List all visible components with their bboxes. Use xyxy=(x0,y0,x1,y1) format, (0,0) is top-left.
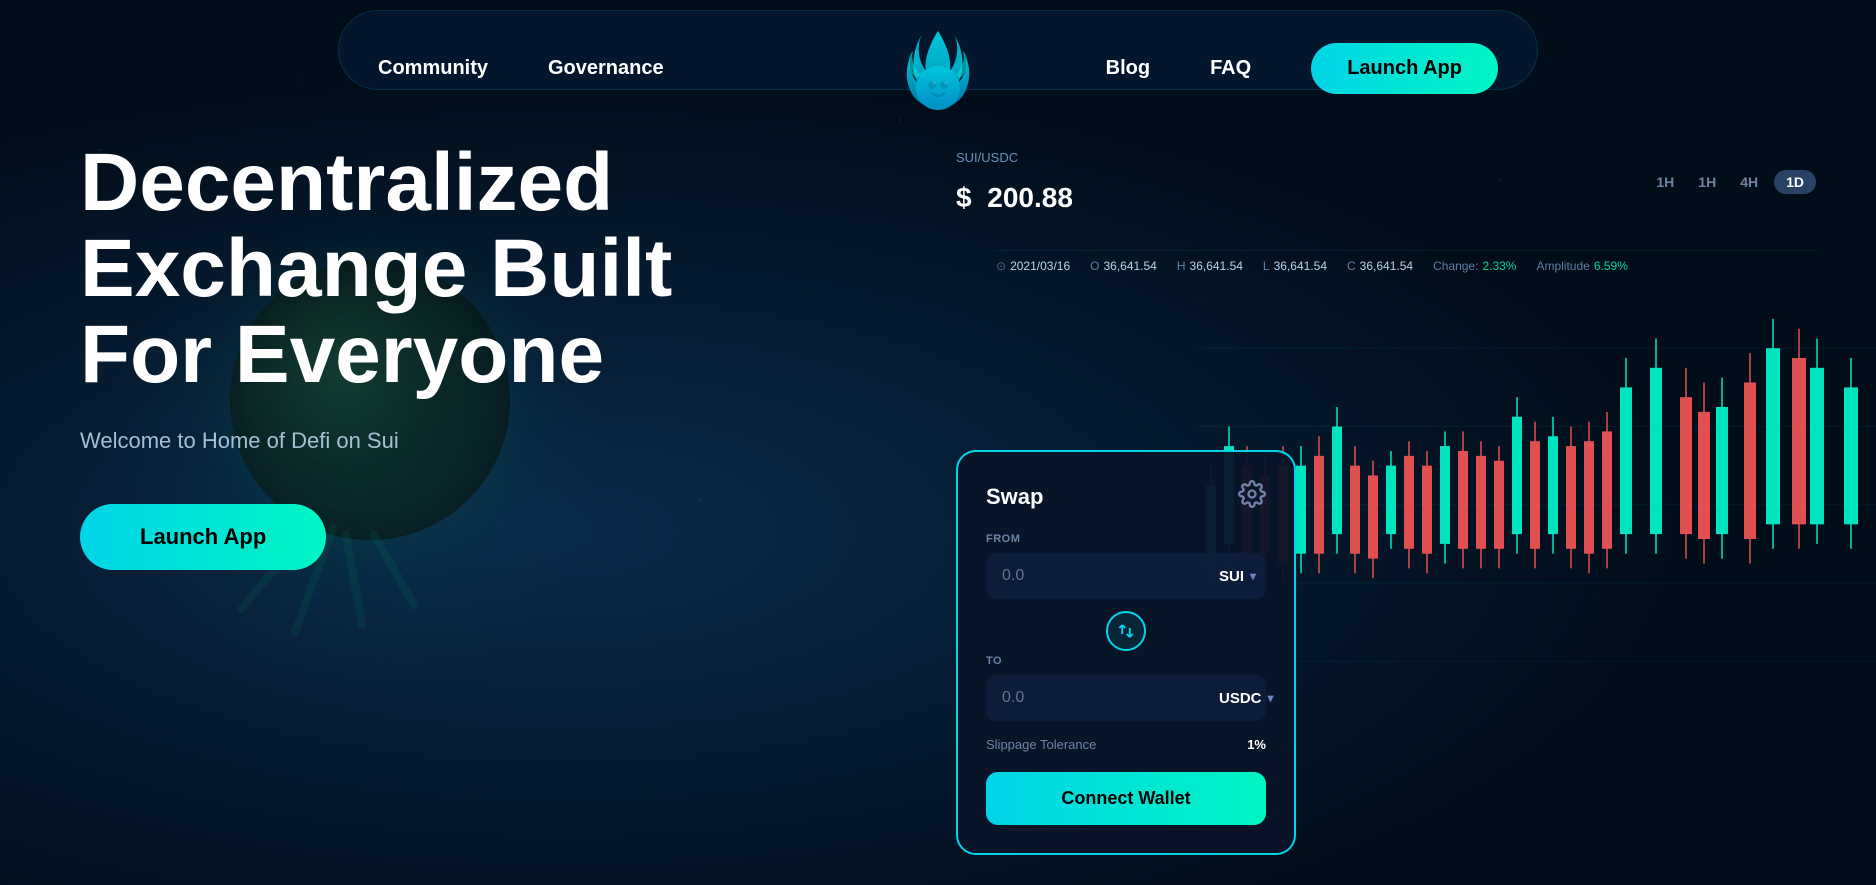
slippage-value: 1% xyxy=(1247,737,1266,752)
hero-section: Decentralized Exchange Built For Everyon… xyxy=(80,140,760,570)
swap-title: Swap xyxy=(986,484,1043,510)
nav-logo[interactable] xyxy=(898,23,978,113)
nav-community[interactable]: Community xyxy=(378,57,488,80)
nav-faq[interactable]: FAQ xyxy=(1210,57,1251,80)
time-filter-1d[interactable]: 1D xyxy=(1774,170,1816,194)
swap-direction-button[interactable] xyxy=(1106,611,1146,651)
time-filter-1h-2[interactable]: 1H xyxy=(1690,170,1724,194)
time-filter-1h-1[interactable]: 1H xyxy=(1648,170,1682,194)
nav-right: Blog FAQ Launch App xyxy=(1106,43,1498,94)
slippage-row: Slippage Tolerance 1% xyxy=(986,737,1266,752)
stat-open-value: 36,641.54 xyxy=(1103,259,1156,273)
price-symbol: $ xyxy=(956,182,972,213)
from-amount-input[interactable] xyxy=(1002,567,1209,585)
price-value: 200.88 xyxy=(987,182,1073,213)
navbar: Community Governance xyxy=(0,0,1876,126)
candlestick-chart xyxy=(1196,270,1876,720)
hero-title: Decentralized Exchange Built For Everyon… xyxy=(80,140,760,398)
swap-direction-center xyxy=(986,611,1266,651)
from-label: FROM xyxy=(986,533,1266,545)
settings-icon[interactable] xyxy=(1238,480,1266,513)
nav-governance[interactable]: Governance xyxy=(548,57,664,80)
nav-left: Community Governance xyxy=(378,57,664,80)
to-token-selector[interactable]: USDC xyxy=(1219,690,1274,707)
to-label: TO xyxy=(986,655,1266,667)
from-token-selector[interactable]: SUI xyxy=(1219,568,1256,585)
hero-launch-app-button[interactable]: Launch App xyxy=(80,504,326,570)
connect-wallet-button[interactable]: Connect Wallet xyxy=(986,772,1266,825)
time-filter-4h[interactable]: 4H xyxy=(1732,170,1766,194)
nav-launch-app-button[interactable]: Launch App xyxy=(1311,43,1498,94)
swap-widget: Swap FROM SUI TO xyxy=(956,450,1296,855)
to-token-name: USDC xyxy=(1219,690,1262,707)
hero-subtitle: Welcome to Home of Defi on Sui xyxy=(80,428,760,454)
to-input-row: USDC xyxy=(986,675,1266,721)
stat-open: O 36,641.54 xyxy=(1090,259,1157,273)
to-amount-input[interactable] xyxy=(1002,689,1209,707)
from-input-row: SUI xyxy=(986,553,1266,599)
slippage-label: Slippage Tolerance xyxy=(986,737,1096,752)
chart-header: SUI/USDC $ 200.88 1H 1H 4H 1D ⊙ 2021/03/… xyxy=(956,150,1876,233)
nav-blog[interactable]: Blog xyxy=(1106,57,1150,80)
time-filters: 1H 1H 4H 1D xyxy=(1648,170,1816,194)
to-token-chevron xyxy=(1268,691,1274,705)
nav-inner: Community Governance xyxy=(338,28,1538,108)
from-token-name: SUI xyxy=(1219,568,1244,585)
trading-area: SUI/USDC $ 200.88 1H 1H 4H 1D ⊙ 2021/03/… xyxy=(916,150,1876,830)
stat-date-icon: ⊙ xyxy=(996,259,1006,273)
swap-header: Swap xyxy=(986,480,1266,513)
from-token-chevron xyxy=(1250,569,1256,583)
pair-label: SUI/USDC xyxy=(956,150,1876,165)
stat-date: ⊙ 2021/03/16 xyxy=(996,259,1070,273)
